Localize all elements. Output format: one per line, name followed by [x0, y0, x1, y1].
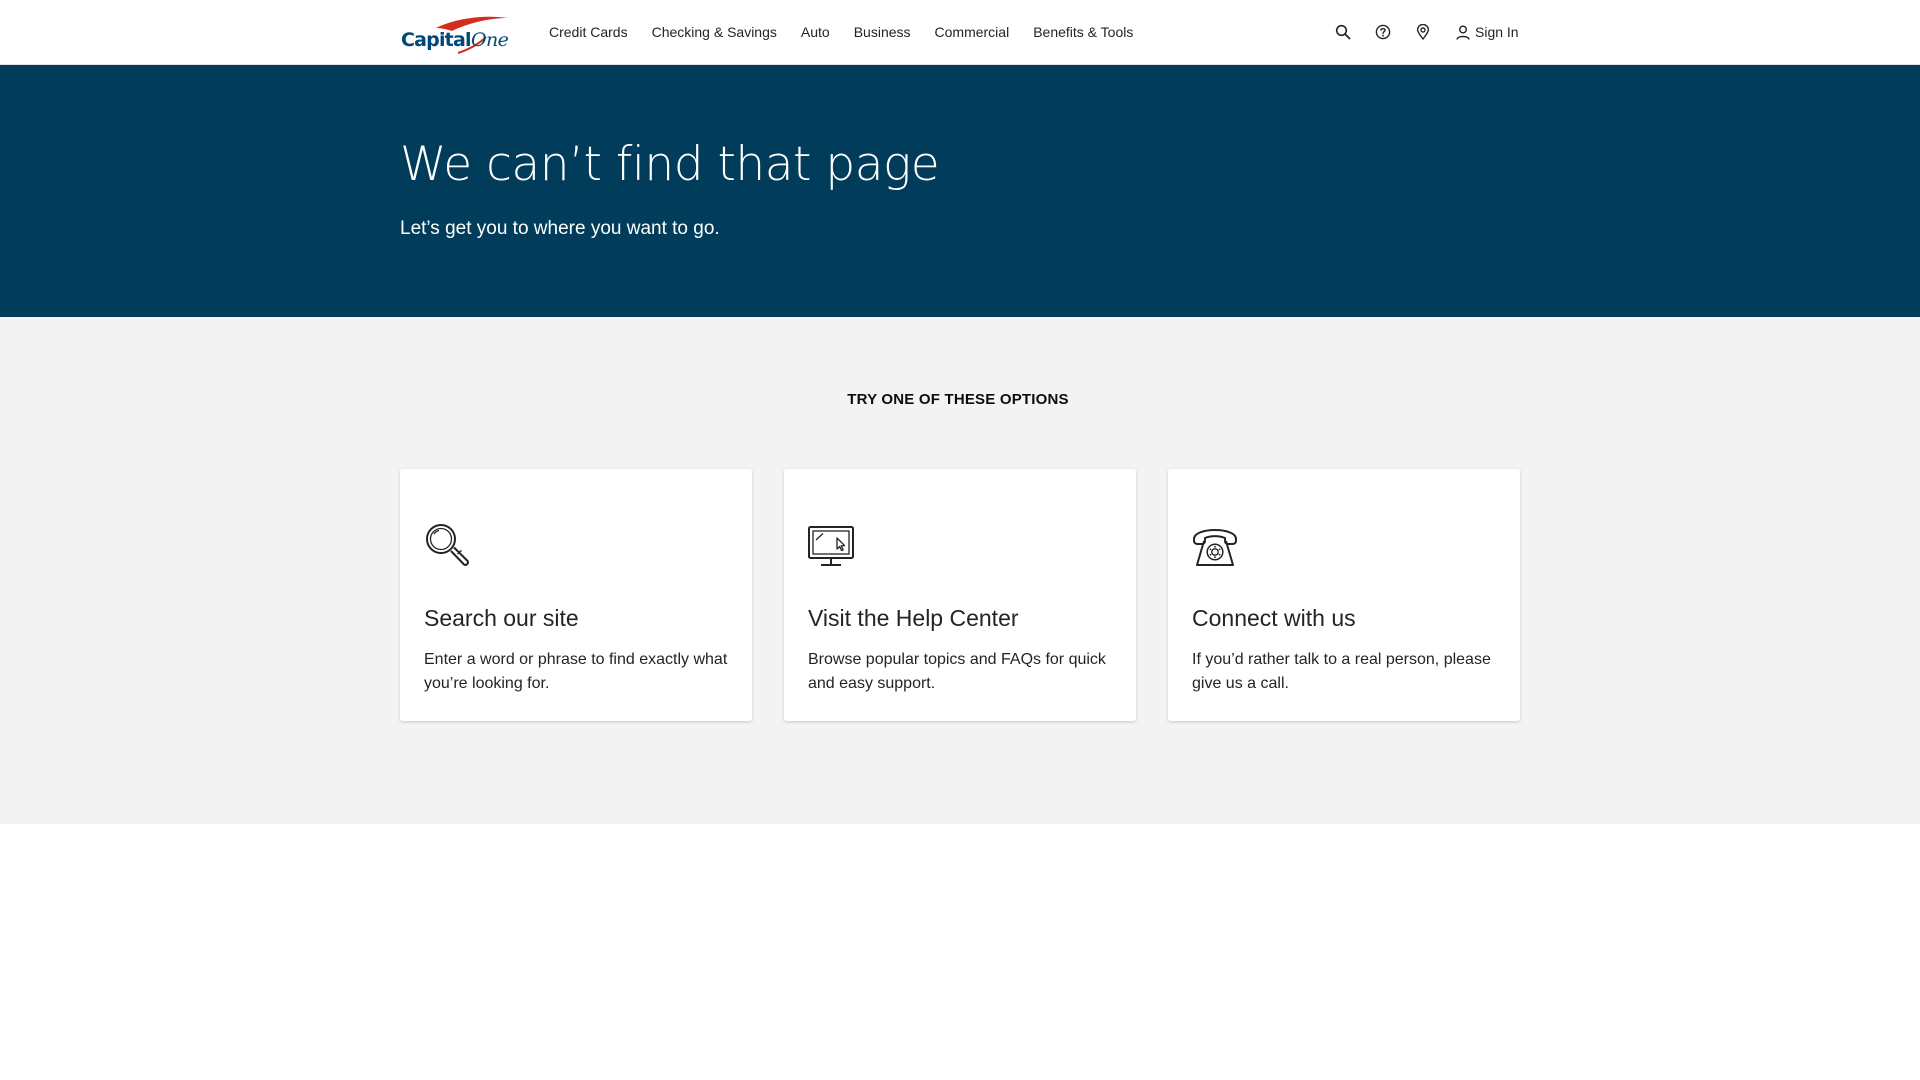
card-title-search: Search our site: [424, 605, 579, 631]
card-text-search: Enter a word or phrase to find exactly w…: [424, 651, 728, 692]
nav-item-benefits-tools: Benefits & Tools: [1033, 24, 1157, 40]
telephone-icon: [1191, 521, 1239, 569]
nav-link-checking-savings[interactable]: Checking & Savings: [652, 24, 777, 40]
options-section: TRY ONE OF THESE OPTIONS Search our site…: [0, 317, 1920, 824]
nav-item-commercial: Commercial: [935, 24, 1034, 40]
nav-item-credit-cards: Credit Cards: [549, 24, 652, 40]
error-hero-banner: We can’t find that page Let’s get you to…: [0, 65, 1920, 317]
card-title-connect: Connect with us: [1192, 605, 1356, 631]
site-header: Capital One Credit Cards Checking & Savi…: [0, 0, 1920, 65]
main-navigation: Credit Cards Checking & Savings Auto Bus…: [549, 0, 1157, 63]
user-icon: [1456, 25, 1470, 40]
card-text-connect: If you’d rather talk to a real person, p…: [1192, 651, 1491, 692]
card-text-help-center: Browse popular topics and FAQs for quick…: [808, 651, 1106, 692]
page-title: We can’t find that page: [400, 137, 940, 192]
magnifier-icon: [423, 521, 471, 569]
search-button[interactable]: [1332, 21, 1354, 43]
help-icon: [1375, 24, 1391, 40]
sign-in-label: Sign In: [1475, 24, 1519, 40]
capital-one-logo-mark: Capital One: [401, 16, 509, 54]
search-icon: [1335, 24, 1351, 40]
location-icon: [1416, 24, 1430, 40]
computer-monitor-icon: [807, 521, 855, 569]
connect-with-us-card[interactable]: Connect with us If you’d rather talk to …: [1168, 469, 1520, 721]
nav-item-business: Business: [854, 24, 935, 40]
help-center-card[interactable]: Visit the Help Center Browse popular top…: [784, 469, 1136, 721]
nav-item-checking-savings: Checking & Savings: [652, 24, 801, 40]
svg-text:One: One: [471, 29, 509, 51]
nav-link-business[interactable]: Business: [854, 24, 911, 40]
svg-text:Capital: Capital: [401, 29, 471, 51]
capital-one-logo[interactable]: Capital One: [400, 13, 510, 55]
options-heading: TRY ONE OF THESE OPTIONS: [847, 391, 1069, 408]
nav-link-commercial[interactable]: Commercial: [935, 24, 1010, 40]
sign-in-link[interactable]: Sign In: [1456, 21, 1519, 43]
nav-link-auto[interactable]: Auto: [801, 24, 830, 40]
location-button[interactable]: [1412, 21, 1434, 43]
nav-link-benefits-tools[interactable]: Benefits & Tools: [1033, 24, 1133, 40]
nav-item-auto: Auto: [801, 24, 854, 40]
search-site-card[interactable]: Search our site Enter a word or phrase t…: [400, 469, 752, 721]
page-subtitle: Let’s get you to where you want to go.: [400, 218, 720, 239]
nav-link-credit-cards[interactable]: Credit Cards: [549, 24, 628, 40]
help-button[interactable]: [1372, 21, 1394, 43]
card-title-help-center: Visit the Help Center: [808, 605, 1019, 631]
